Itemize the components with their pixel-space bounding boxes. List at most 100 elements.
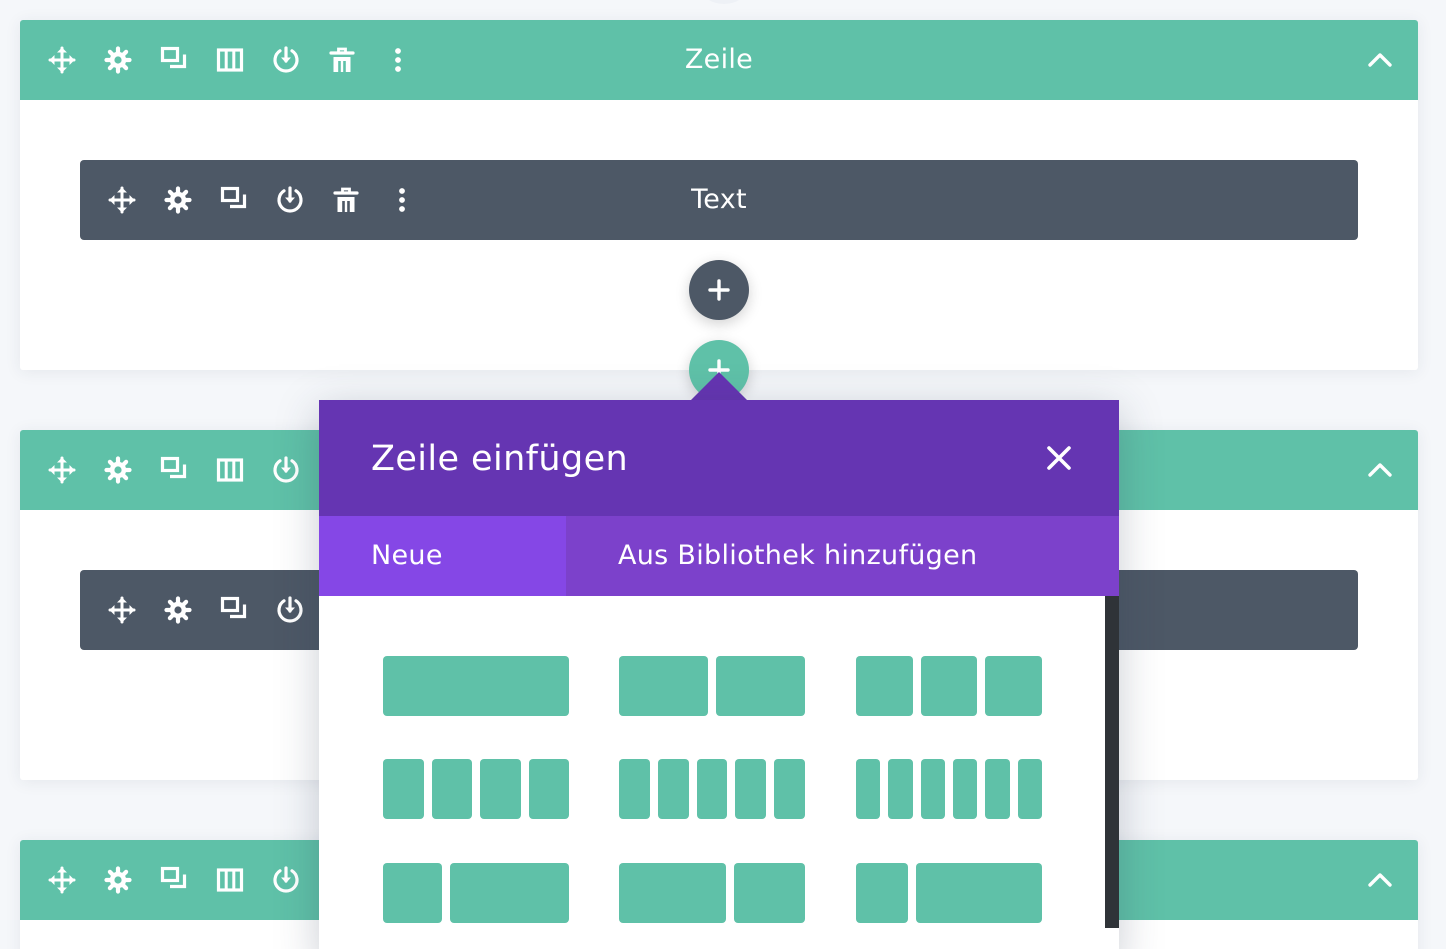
top-add-handle — [700, 0, 748, 4]
more-vertical-button[interactable] — [370, 20, 426, 100]
gear-icon — [104, 46, 132, 74]
save-to-library-icon — [273, 456, 299, 483]
chevron-up-icon — [1368, 873, 1392, 887]
layout-column — [383, 759, 424, 819]
trash-button[interactable] — [318, 160, 374, 240]
layout-4-columns[interactable] — [383, 759, 569, 819]
layout-column — [383, 863, 443, 923]
move-button[interactable] — [94, 570, 150, 650]
layout-column — [431, 759, 472, 819]
chevron-up-icon — [1368, 53, 1392, 67]
layout-column — [985, 656, 1042, 716]
row-header-1[interactable]: Zeile — [20, 20, 1418, 100]
save-to-library-button[interactable] — [258, 430, 314, 510]
move-icon — [48, 456, 76, 484]
layout-column — [383, 656, 569, 716]
trash-button[interactable] — [314, 20, 370, 100]
duplicate-icon — [220, 596, 247, 619]
gear-button[interactable] — [90, 430, 146, 510]
save-to-library-button[interactable] — [262, 160, 318, 240]
gear-button[interactable] — [90, 20, 146, 100]
layout-column — [619, 656, 708, 716]
close-icon — [1047, 446, 1071, 470]
duplicate-button[interactable] — [146, 430, 202, 510]
add-module-button[interactable] — [689, 260, 749, 320]
duplicate-icon — [220, 186, 247, 209]
columns-button[interactable] — [202, 430, 258, 510]
trash-icon — [333, 187, 359, 212]
gear-icon — [164, 596, 192, 624]
layout-1-column[interactable] — [383, 656, 569, 716]
chevron-up-icon — [1368, 463, 1392, 477]
save-to-library-icon — [273, 866, 299, 893]
trash-icon — [329, 47, 355, 72]
layout-5-columns[interactable] — [619, 759, 805, 819]
duplicate-button[interactable] — [146, 20, 202, 100]
layout-column — [856, 656, 913, 716]
save-to-library-icon — [277, 596, 303, 623]
duplicate-button[interactable] — [206, 570, 262, 650]
layout-column — [774, 759, 805, 819]
layout-column — [528, 759, 569, 819]
save-to-library-button[interactable] — [258, 840, 314, 920]
layout-column — [619, 759, 650, 819]
layout-1-4-3-4[interactable] — [856, 863, 1042, 923]
move-icon — [108, 186, 136, 214]
save-to-library-icon — [277, 186, 303, 213]
columns-button[interactable] — [202, 20, 258, 100]
layout-6-columns[interactable] — [856, 759, 1042, 819]
columns-icon — [216, 458, 244, 482]
columns-icon — [216, 868, 244, 892]
more-vertical-button[interactable] — [374, 160, 430, 240]
save-to-library-icon — [273, 46, 299, 73]
tab-add-from-library[interactable]: Aus Bibliothek hinzufügen — [566, 516, 1029, 596]
save-to-library-button[interactable] — [262, 570, 318, 650]
gear-button[interactable] — [150, 570, 206, 650]
collapse-row-button[interactable] — [1360, 450, 1400, 490]
layout-3-5-2-5[interactable] — [619, 863, 805, 923]
gear-button[interactable] — [150, 160, 206, 240]
layout-column — [985, 759, 1010, 819]
move-button[interactable] — [34, 840, 90, 920]
layout-3-columns[interactable] — [856, 656, 1042, 716]
close-modal-button[interactable] — [1039, 438, 1079, 478]
layout-column — [916, 863, 1042, 923]
columns-icon — [216, 48, 244, 72]
layout-column — [450, 863, 569, 923]
layout-column — [856, 863, 909, 923]
module-bar-text[interactable]: Text — [80, 160, 1358, 240]
duplicate-button[interactable] — [206, 160, 262, 240]
layout-column — [920, 759, 945, 819]
layout-column — [856, 759, 881, 819]
layout-column — [733, 863, 805, 923]
gear-button[interactable] — [90, 840, 146, 920]
duplicate-icon — [160, 866, 187, 889]
save-to-library-button[interactable] — [258, 20, 314, 100]
move-button[interactable] — [34, 20, 90, 100]
duplicate-button[interactable] — [146, 840, 202, 920]
duplicate-icon — [160, 456, 187, 479]
insert-row-modal: Zeile einfügen Neue Zeile Aus Bibliothek… — [319, 400, 1119, 949]
gear-icon — [164, 186, 192, 214]
plus-icon — [708, 279, 730, 301]
modal-tabs: Neue Zeile Aus Bibliothek hinzufügen — [319, 516, 1119, 651]
layout-column — [735, 759, 767, 819]
layout-1-3-2-3[interactable] — [383, 863, 569, 923]
move-button[interactable] — [34, 430, 90, 510]
layout-column — [480, 759, 521, 819]
gear-icon — [104, 456, 132, 484]
modal-scrollbar[interactable] — [1105, 596, 1119, 928]
modal-header: Zeile einfügen — [319, 400, 1119, 516]
move-button[interactable] — [94, 160, 150, 240]
duplicate-icon — [160, 46, 187, 69]
collapse-row-button[interactable] — [1360, 40, 1400, 80]
more-vertical-icon — [395, 48, 401, 72]
move-icon — [48, 46, 76, 74]
layout-2-columns[interactable] — [619, 656, 805, 716]
tab-new-row[interactable]: Neue Zeile — [319, 516, 566, 651]
layout-column — [716, 656, 805, 716]
collapse-row-button[interactable] — [1360, 860, 1400, 900]
gear-icon — [104, 866, 132, 894]
columns-button[interactable] — [202, 840, 258, 920]
layout-column — [888, 759, 913, 819]
